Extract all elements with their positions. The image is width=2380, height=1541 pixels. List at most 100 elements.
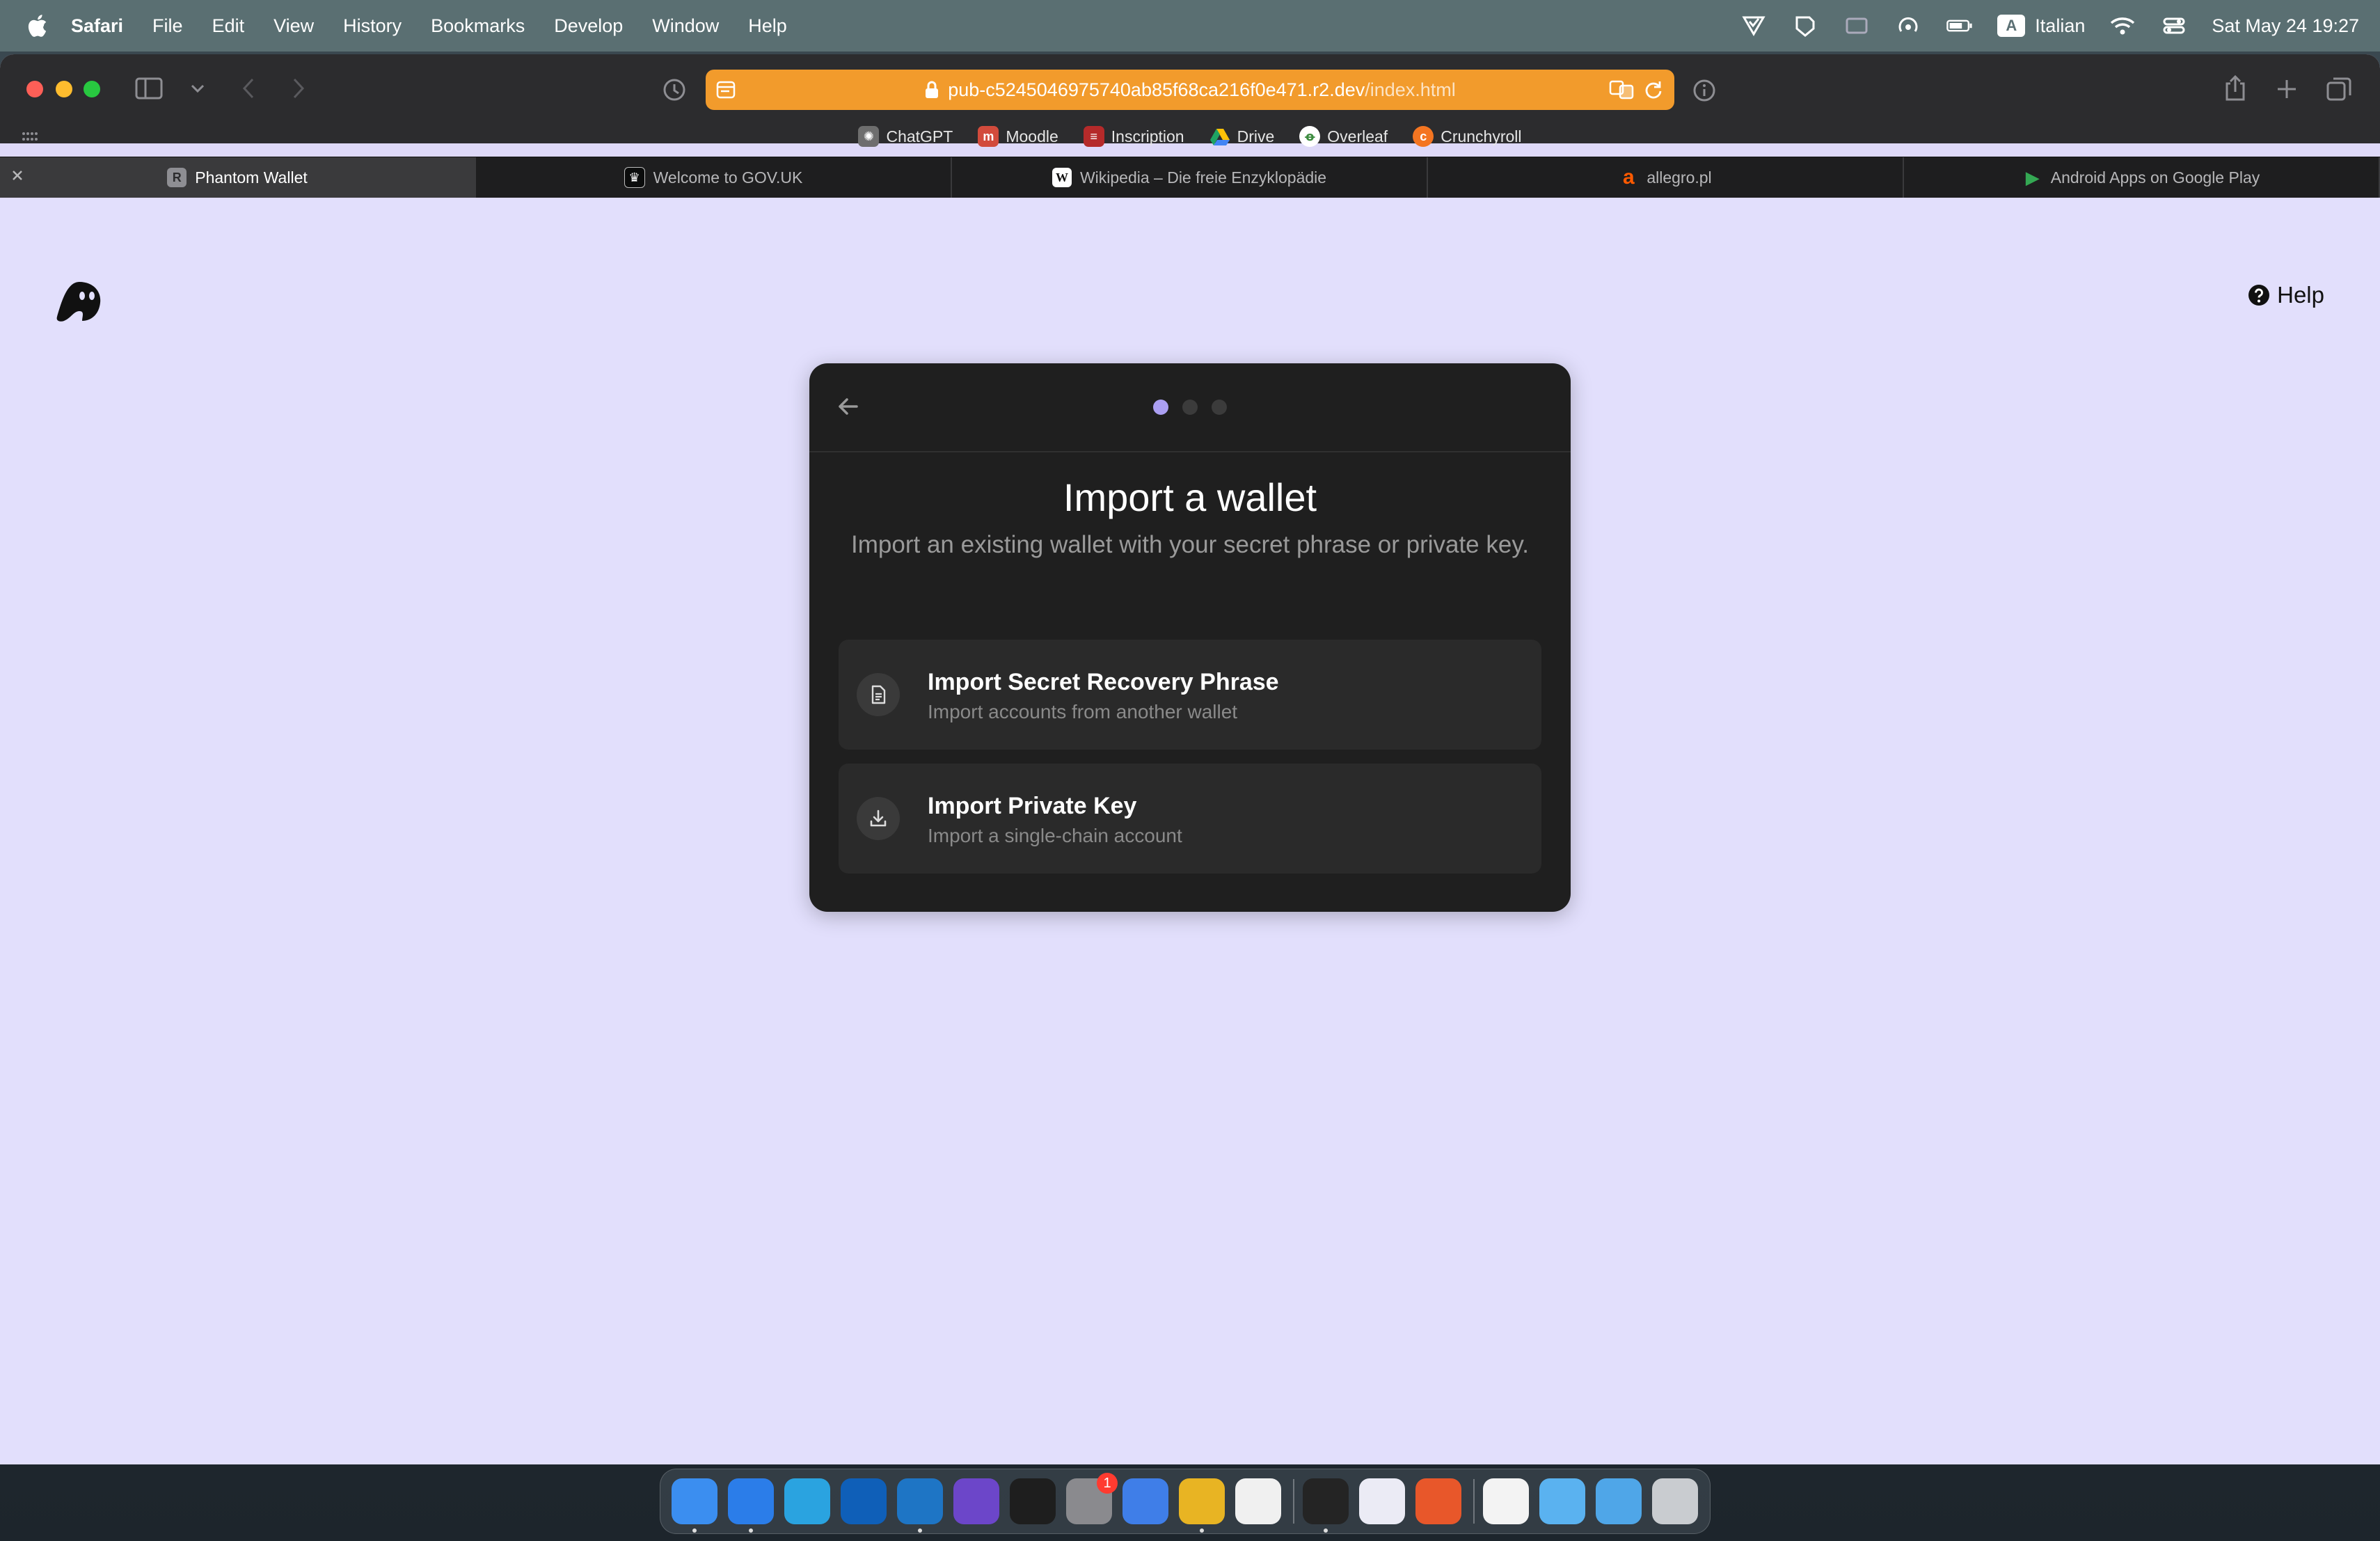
menu-develop[interactable]: Develop	[554, 15, 623, 37]
downloads-folder-icon[interactable]	[1596, 1478, 1642, 1524]
history-clock-icon[interactable]	[663, 78, 686, 102]
chevron-down-icon[interactable]	[189, 82, 206, 95]
minimize-window-button[interactable]	[56, 81, 72, 97]
favorite-label: Drive	[1237, 127, 1275, 145]
step-dot-active	[1153, 400, 1168, 415]
tab-favicon-icon: R	[167, 168, 187, 187]
menu-help[interactable]: Help	[748, 15, 787, 37]
tab-bar: R Phantom Wallet ♛ Welcome to GOV.UK W W…	[0, 157, 2380, 198]
menu-app-name[interactable]: Safari	[71, 15, 123, 37]
dock-separator	[1293, 1479, 1294, 1524]
menu-file[interactable]: File	[152, 15, 183, 37]
telegram-icon[interactable]	[784, 1478, 830, 1524]
address-bar[interactable]: pub-c5245046975740ab85f68ca216f0e471.r2.…	[706, 70, 1674, 110]
tab-gov-uk[interactable]: ♛ Welcome to GOV.UK	[476, 157, 952, 198]
tab-google-play[interactable]: ▶ Android Apps on Google Play	[1904, 157, 2380, 198]
tab-label: Welcome to GOV.UK	[653, 168, 803, 187]
activity-monitor-icon[interactable]	[1303, 1478, 1349, 1533]
back-button-icon[interactable]	[239, 77, 257, 100]
favorite-inscription[interactable]: ≡ Inscription	[1083, 126, 1184, 147]
tab-overview-icon[interactable]	[2326, 77, 2352, 102]
battery-icon[interactable]	[1946, 13, 1974, 38]
favorite-drive[interactable]: Drive	[1209, 126, 1275, 147]
google-docs-icon[interactable]	[1122, 1478, 1168, 1524]
url-path: /index.html	[1365, 79, 1456, 100]
display-icon[interactable]	[1843, 13, 1871, 38]
favorite-label: Inscription	[1111, 127, 1184, 145]
input-source-badge[interactable]: A Italian	[1997, 15, 2085, 37]
folder-icon[interactable]	[1539, 1478, 1585, 1524]
moodle-app-icon[interactable]	[1235, 1478, 1281, 1524]
sidebar-toggle-icon[interactable]	[135, 77, 163, 100]
download-icon	[857, 797, 900, 840]
option-description: Import a single-chain account	[928, 825, 1182, 846]
menu-bookmarks[interactable]: Bookmarks	[431, 15, 525, 37]
tab-favicon-icon: ▶	[2025, 166, 2040, 188]
import-private-key-button[interactable]: Import Private Key Import a single-chain…	[839, 764, 1541, 874]
document-stack-icon[interactable]	[1483, 1478, 1529, 1524]
input-source-letter: A	[1997, 15, 2026, 37]
favorite-crunchyroll[interactable]: c Crunchyroll	[1413, 126, 1522, 147]
favorite-overleaf[interactable]: ꝋ Overleaf	[1299, 126, 1388, 147]
safari-window: pub-c5245046975740ab85f68ca216f0e471.r2.…	[0, 54, 2380, 1464]
close-window-button[interactable]	[26, 81, 43, 97]
help-label: Help	[2277, 282, 2324, 308]
favorite-label: Overleaf	[1327, 127, 1388, 145]
outlook-icon[interactable]	[841, 1478, 887, 1524]
menu-edit[interactable]: Edit	[212, 15, 245, 37]
crunchyroll-icon: c	[1413, 126, 1434, 147]
zoom-window-button[interactable]	[84, 81, 100, 97]
vscode-icon[interactable]	[897, 1478, 943, 1533]
system-settings-icon[interactable]: 1	[1066, 1473, 1118, 1524]
tab-allegro[interactable]: a allegro.pl	[1428, 157, 1904, 198]
card-header	[809, 363, 1571, 452]
option-title: Import Private Key	[928, 793, 1137, 819]
favorite-moodle[interactable]: m Moodle	[978, 126, 1058, 147]
close-tab-icon[interactable]	[10, 168, 25, 183]
info-icon[interactable]	[1692, 79, 1716, 102]
menu-window[interactable]: Window	[652, 15, 719, 37]
favorite-chatgpt[interactable]: ✺ ChatGPT	[858, 126, 953, 147]
menu-history[interactable]: History	[343, 15, 402, 37]
trash-icon[interactable]	[1652, 1478, 1698, 1524]
chrome-icon[interactable]	[1179, 1478, 1225, 1533]
running-indicator	[918, 1528, 922, 1533]
proton-vpn-icon[interactable]	[1359, 1478, 1405, 1524]
translate-icon[interactable]	[1609, 79, 1635, 100]
drive-icon	[1209, 126, 1230, 147]
phantom-logo-icon[interactable]	[54, 279, 103, 324]
tab-favicon-icon: a	[1622, 166, 1635, 189]
running-indicator	[692, 1528, 697, 1533]
safari-icon[interactable]	[728, 1478, 774, 1533]
clock[interactable]: Sat May 24 19:27	[2212, 15, 2359, 37]
help-link[interactable]: Help	[2248, 282, 2324, 308]
firefox-icon[interactable]	[1415, 1478, 1461, 1524]
apple-icon[interactable]	[26, 14, 47, 38]
control-center-icon[interactable]	[2160, 13, 2188, 38]
tab-label: Android Apps on Google Play	[2050, 168, 2260, 187]
option-title: Import Secret Recovery Phrase	[928, 669, 1279, 695]
tab-label: Wikipedia – Die freie Enzyklopädie	[1079, 168, 1327, 187]
forward-button-icon[interactable]	[289, 77, 308, 100]
menu-view[interactable]: View	[273, 15, 314, 37]
import-secret-phrase-button[interactable]: Import Secret Recovery Phrase Import acc…	[839, 640, 1541, 750]
tab-wikipedia[interactable]: W Wikipedia – Die freie Enzyklopädie	[952, 157, 1428, 198]
favorites-bar: ✺ ChatGPT m Moodle ≡ Inscription Drive ꝋ…	[0, 119, 2380, 154]
page-menu-icon[interactable]	[715, 79, 736, 100]
tab-favicon-icon: ♛	[624, 167, 645, 188]
step-indicator	[809, 400, 1571, 415]
vpn-status-icon[interactable]	[1740, 13, 1768, 38]
page-subtitle: Import an existing wallet with your secr…	[851, 531, 1529, 558]
finder-icon[interactable]	[672, 1478, 717, 1533]
airdrop-icon[interactable]	[1894, 13, 1922, 38]
dock: 1	[660, 1469, 1711, 1534]
wifi-icon[interactable]	[2109, 13, 2136, 38]
obsidian-icon[interactable]	[953, 1478, 999, 1524]
new-tab-icon[interactable]	[2276, 78, 2298, 100]
notification-badge: 1	[1097, 1473, 1118, 1494]
tab-phantom-wallet[interactable]: R Phantom Wallet	[0, 157, 476, 198]
shield-status-icon[interactable]	[1791, 13, 1819, 38]
share-icon[interactable]	[2224, 74, 2246, 102]
reload-icon[interactable]	[1644, 80, 1663, 100]
figma-icon[interactable]	[1010, 1478, 1056, 1524]
